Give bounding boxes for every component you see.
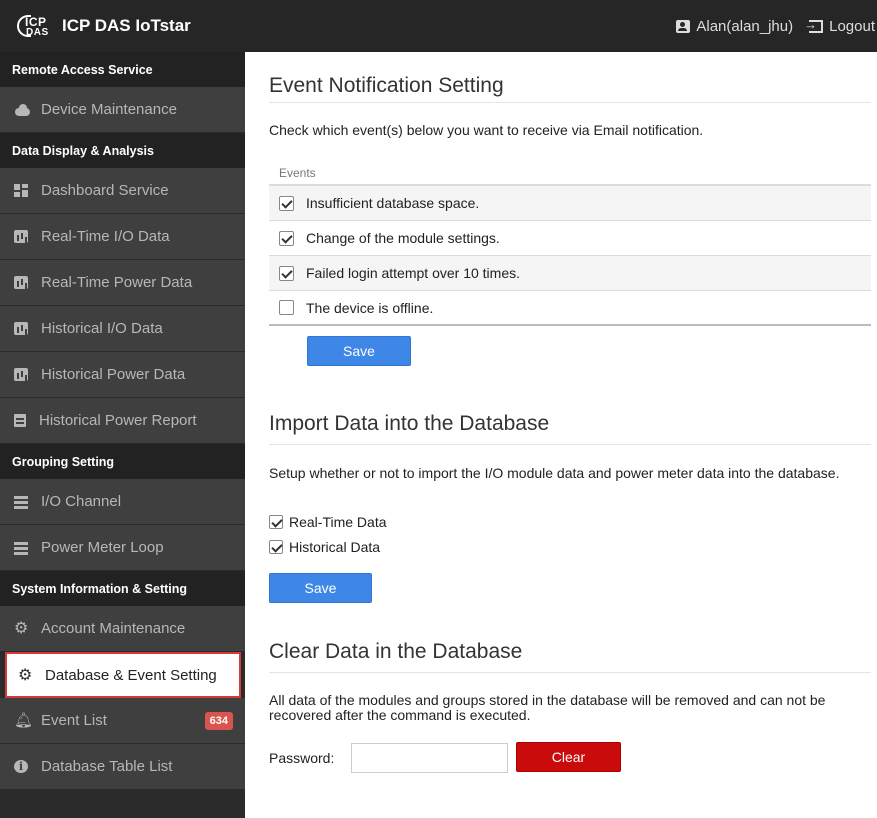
sidebar-item-label: Event List [41,712,107,729]
event-row: Insufficient database space. [269,186,871,221]
event-row: Failed login attempt over 10 times. [269,256,871,291]
sidebar-section-system: System Information & Setting [0,571,245,606]
cloud-icon [14,103,30,116]
bar-chart-icon [14,368,28,381]
list-icon [14,541,28,554]
divider [269,672,871,673]
sidebar-section-grouping: Grouping Setting [0,444,245,479]
password-input[interactable] [351,743,508,773]
sidebar-item-database-event-setting[interactable]: ⚙ Database & Event Setting [5,652,241,698]
event-label: Change of the module settings. [306,230,500,246]
event-checkbox[interactable] [279,265,294,281]
sidebar-item-label: Power Meter Loop [41,539,164,556]
bell-icon: 🔔︎ [14,712,34,729]
import-description: Setup whether or not to import the I/O m… [269,465,840,481]
event-row: The device is offline. [269,291,871,326]
password-label: Password: [269,750,335,766]
sidebar-item-label: Database Table List [41,758,173,775]
event-checkbox[interactable] [279,300,294,315]
sidebar-item-realtime-io-data[interactable]: Real-Time I/O Data [0,214,245,260]
logout-label: Logout [829,17,875,35]
sidebar-item-label: Device Maintenance [41,101,177,118]
sidebar-section-remote-access: Remote Access Service [0,52,245,87]
sidebar-item-label: Dashboard Service [41,182,169,199]
sidebar-item-historical-io-data[interactable]: Historical I/O Data [0,306,245,352]
info-icon: i [14,760,28,773]
event-label: The device is offline. [306,299,434,316]
sidebar-item-label: Account Maintenance [41,620,186,637]
sidebar-item-realtime-power-data[interactable]: Real-Time Power Data [0,260,245,306]
divider [269,102,871,103]
historical-data-checkbox[interactable] [269,540,283,554]
sidebar-item-label: I/O Channel [41,493,122,510]
event-save-button[interactable]: Save [307,336,411,366]
event-label: Insufficient database space. [306,195,480,211]
list-icon [14,495,28,508]
bar-chart-icon [14,322,28,335]
realtime-data-label: Real-Time Data [289,514,387,530]
sidebar-item-label: Historical Power Report [39,412,197,429]
clear-data-title: Clear Data in the Database [269,640,523,663]
sidebar-item-dashboard-service[interactable]: Dashboard Service [0,168,245,214]
sidebar-item-event-list[interactable]: 🔔︎ Event List 634 [0,698,245,744]
sidebar-item-account-maintenance[interactable]: ⚙ Account Maintenance [0,606,245,652]
import-data-title: Import Data into the Database [269,412,550,435]
realtime-data-option[interactable]: Real-Time Data [269,514,387,530]
app-title: ICP DAS IoTstar [62,16,191,35]
dashboard-icon [14,184,28,197]
event-checkbox[interactable] [279,230,294,246]
event-description: Check which event(s) below you want to r… [269,122,704,138]
divider [269,444,871,445]
sidebar-section-data-display: Data Display & Analysis [0,133,245,168]
event-row: Change of the module settings. [269,221,871,256]
icp-das-logo: ICP DAS [17,11,55,41]
logout-link[interactable]: Logout [804,17,875,35]
sidebar-item-device-maintenance[interactable]: Device Maintenance [0,87,245,133]
logout-icon [804,17,824,33]
sidebar-item-label: Real-Time Power Data [41,274,193,291]
event-notification-title: Event Notification Setting [269,74,504,97]
brand[interactable]: ICP DAS ICP DAS IoTstar [17,11,191,41]
user-name: Alan(alan_jhu) [696,17,794,35]
top-bar: ICP DAS ICP DAS IoTstar Alan(alan_jhu) L… [0,0,877,52]
sidebar-item-power-meter-loop[interactable]: Power Meter Loop [0,525,245,571]
events-column-header: Events [269,162,871,186]
clear-description: All data of the modules and groups store… [269,692,826,723]
gear-icon: ⚙ [14,620,29,637]
sidebar-item-label: Historical Power Data [41,366,186,383]
sidebar-item-historical-power-report[interactable]: Historical Power Report [0,398,245,444]
import-save-button[interactable]: Save [269,573,372,603]
sidebar: Remote Access Service Device Maintenance… [0,52,245,818]
event-checkbox[interactable] [279,195,294,211]
bar-chart-icon [14,276,28,289]
user-account-link[interactable]: Alan(alan_jhu) [676,18,793,35]
event-count-badge: 634 [204,712,233,730]
realtime-data-checkbox[interactable] [269,515,283,529]
sidebar-item-database-table-list[interactable]: i Database Table List [0,744,245,790]
logo-text-bottom: DAS [26,27,49,38]
sidebar-item-label: Database & Event Setting [45,666,217,684]
sidebar-item-io-channel[interactable]: I/O Channel [0,479,245,525]
sidebar-item-label: Historical I/O Data [41,320,163,337]
report-icon [14,414,26,427]
sidebar-item-label: Real-Time I/O Data [41,228,170,245]
events-table: Events Insufficient database space. Chan… [269,162,871,326]
sidebar-item-historical-power-data[interactable]: Historical Power Data [0,352,245,398]
historical-data-label: Historical Data [289,539,381,555]
clear-button[interactable]: Clear [516,742,621,772]
user-card-icon [676,19,691,33]
event-label: Failed login attempt over 10 times. [306,265,520,281]
historical-data-option[interactable]: Historical Data [269,539,380,555]
bar-chart-icon [14,230,28,243]
gear-icon: ⚙ [18,666,33,684]
